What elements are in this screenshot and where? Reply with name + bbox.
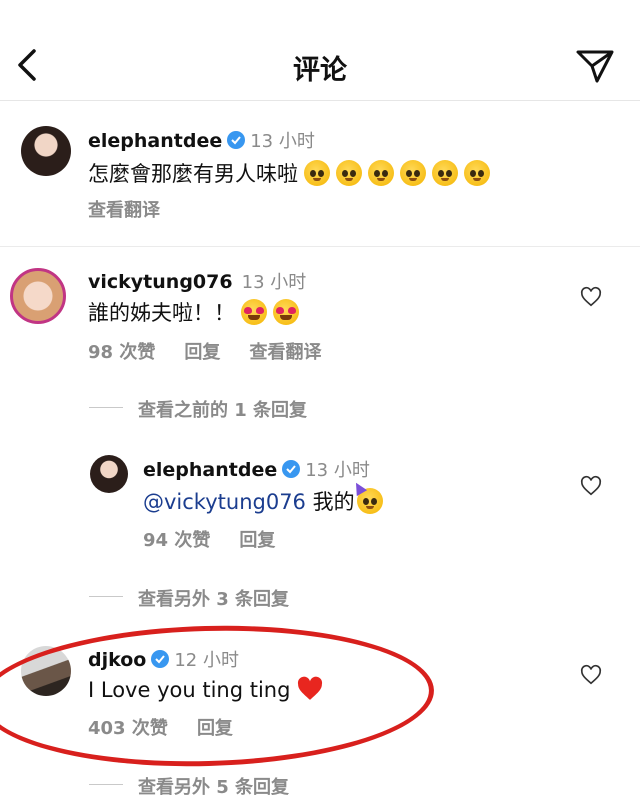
username[interactable]: elephantdee <box>143 459 277 481</box>
avatar[interactable] <box>21 126 71 176</box>
comment-header: elephantdee 13 小时 <box>88 127 315 153</box>
verified-badge-icon <box>227 131 246 149</box>
pleading-face-emoji <box>400 160 426 186</box>
view-previous-replies[interactable]: 查看之前的 1 条回复 <box>138 396 307 422</box>
partying-face-emoji <box>357 488 383 514</box>
pleading-face-emoji <box>304 160 330 186</box>
comment-time: 13 小时 <box>250 131 315 152</box>
like-count[interactable]: 98 次赞 <box>88 342 155 363</box>
thread-line <box>89 596 123 597</box>
verified-badge-icon <box>282 460 301 478</box>
comment-text: 誰的姊夫啦！！ <box>88 301 235 325</box>
comment-header: vickytung076 13 小时 <box>88 268 306 294</box>
reply-header: elephantdee 13 小时 <box>143 456 370 482</box>
view-more-replies[interactable]: 查看另外 5 条回复 <box>138 773 289 799</box>
mention-link[interactable]: @vickytung076 <box>143 490 306 514</box>
reply-actions: 94 次赞 回复 <box>143 526 275 552</box>
username[interactable]: vickytung076 <box>88 271 233 293</box>
heart-eyes-emoji <box>273 299 299 325</box>
comment-time: 13 小时 <box>241 272 307 293</box>
view-more-replies[interactable]: 查看另外 3 条回复 <box>138 585 289 611</box>
heart-like-icon[interactable] <box>580 664 602 686</box>
comment-actions: 98 次赞 回复 查看翻译 <box>88 338 322 364</box>
comment-text-row: 怎麼會那麼有男人味啦 <box>88 158 490 188</box>
red-annotation-circle <box>0 620 436 772</box>
section-divider <box>0 246 640 247</box>
heart-like-icon[interactable] <box>580 475 602 497</box>
reply-text: 我的 <box>312 490 355 514</box>
pleading-face-emoji <box>464 160 490 186</box>
thread-line <box>89 784 123 785</box>
avatar[interactable] <box>10 268 66 324</box>
comment-text: 怎麼會那麼有男人味啦 <box>88 162 298 186</box>
comment-text-row: 誰的姊夫啦！！ <box>88 297 299 327</box>
send-icon[interactable] <box>575 48 615 84</box>
heart-eyes-emoji <box>241 299 267 325</box>
heart-like-icon[interactable] <box>580 286 602 308</box>
pleading-face-emoji <box>336 160 362 186</box>
see-translation-link[interactable]: 查看翻译 <box>250 342 322 363</box>
pleading-face-emoji <box>368 160 394 186</box>
reply-button[interactable]: 回复 <box>239 530 275 551</box>
pleading-face-emoji <box>432 160 458 186</box>
reply-text-row: @vickytung076 我的 <box>143 486 383 516</box>
page-title: 评论 <box>293 55 347 86</box>
username[interactable]: elephantdee <box>88 130 222 152</box>
thread-line <box>89 407 123 408</box>
comment-time: 13 小时 <box>305 460 370 481</box>
like-count[interactable]: 94 次赞 <box>143 530 210 551</box>
avatar[interactable] <box>90 455 128 493</box>
reply-button[interactable]: 回复 <box>184 342 220 363</box>
see-translation-link[interactable]: 查看翻译 <box>88 196 160 222</box>
